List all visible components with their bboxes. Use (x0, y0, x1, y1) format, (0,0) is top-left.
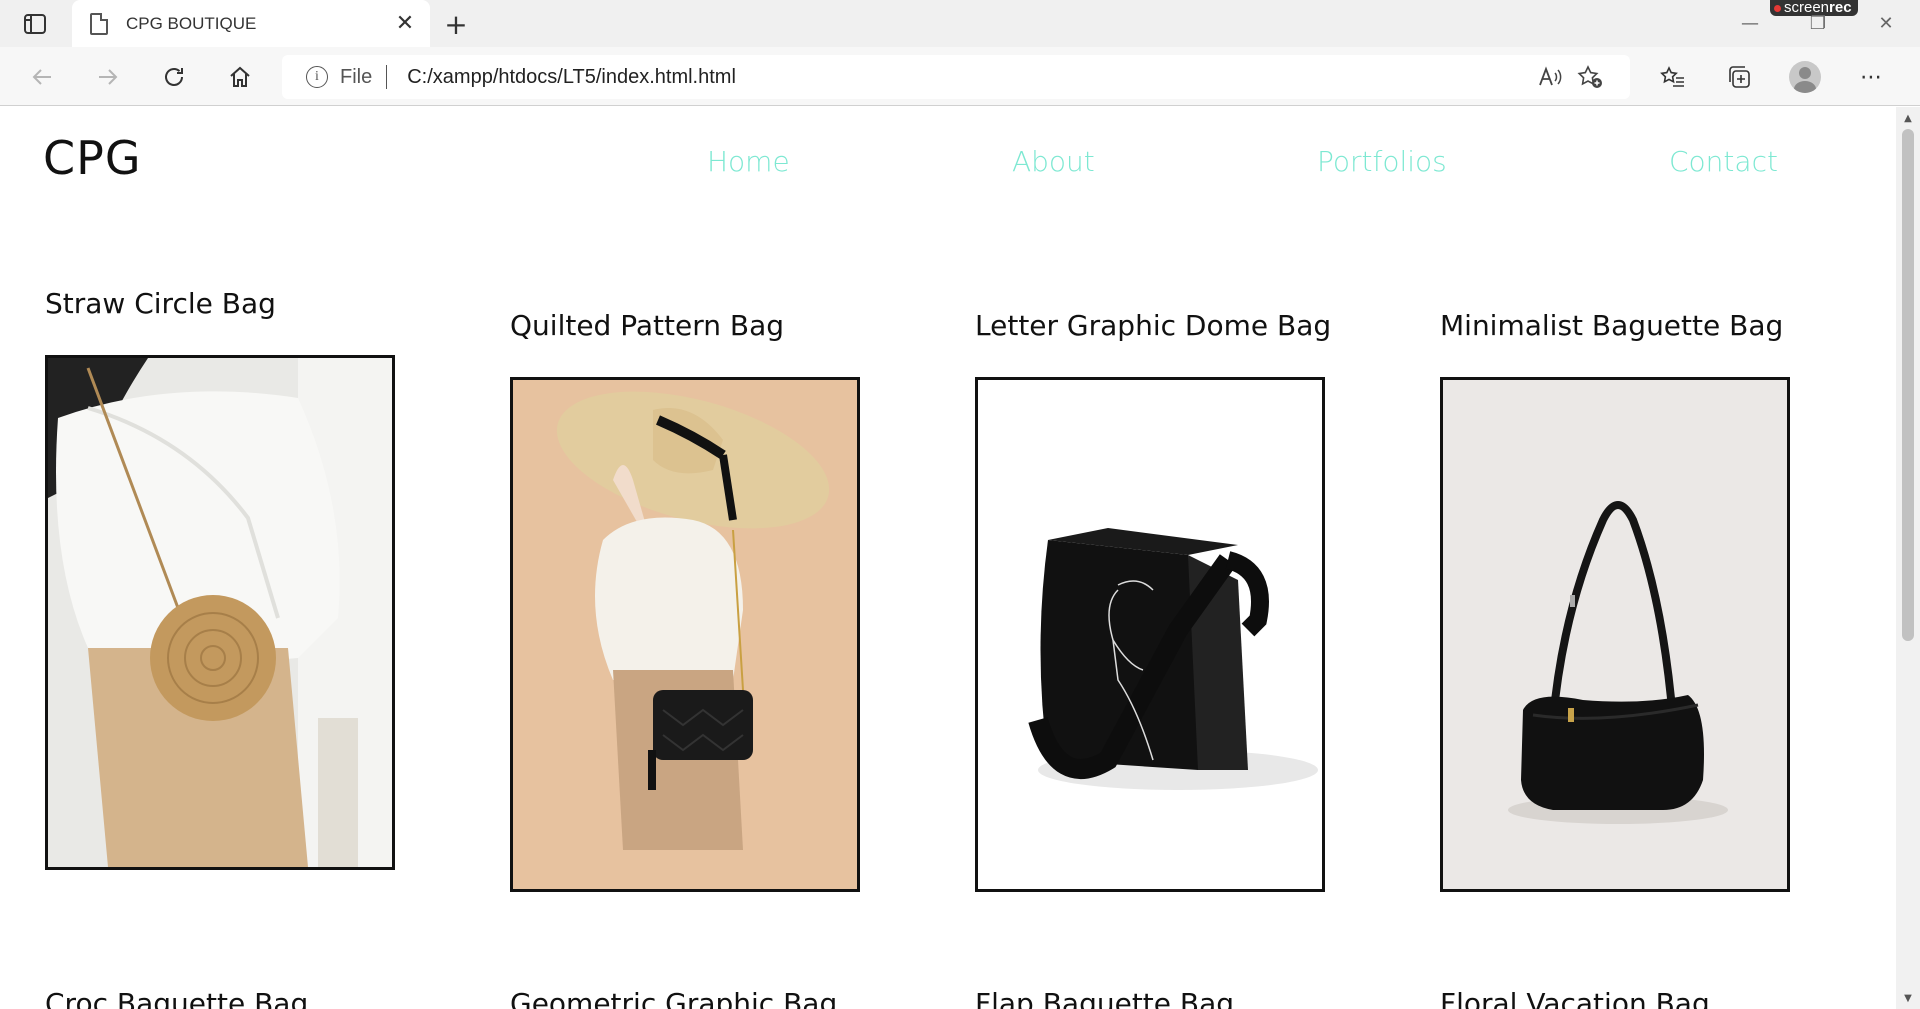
favorites-icon[interactable] (1640, 55, 1706, 99)
product-image-straw-circle-bag[interactable] (45, 355, 395, 870)
address-bar[interactable]: i File C:/xampp/htdocs/LT5/index.html.ht… (282, 55, 1630, 99)
main-nav: Home About Portfolios Contact (0, 145, 1896, 185)
nav-portfolios[interactable]: Portfolios (1317, 145, 1447, 178)
nav-about[interactable]: About (1012, 145, 1095, 178)
product-title: Floral Vacation Bag (1440, 987, 1710, 1009)
toolbar-actions: ⋯ (1640, 55, 1904, 99)
minimize-icon[interactable]: — (1716, 0, 1784, 47)
browser-tab-bar: CPG BOUTIQUE ✕ + screenrec — ❐ ✕ (0, 0, 1920, 47)
scrollbar-thumb[interactable] (1902, 129, 1914, 641)
site-info-icon[interactable]: i (306, 66, 328, 88)
collections-icon[interactable] (1706, 55, 1772, 99)
scroll-up-icon[interactable]: ▲ (1896, 109, 1920, 127)
avatar (1789, 61, 1821, 93)
home-icon[interactable] (222, 59, 258, 95)
product-title: Geometric Graphic Bag (510, 987, 838, 1009)
tab-actions-icon[interactable] (20, 11, 50, 37)
address-url[interactable]: C:/xampp/htdocs/LT5/index.html.html (407, 66, 1530, 89)
page-favicon-icon (90, 12, 108, 35)
browser-tab-active[interactable]: CPG BOUTIQUE ✕ (72, 0, 430, 47)
browser-toolbar: i File C:/xampp/htdocs/LT5/index.html.ht… (0, 47, 1920, 106)
nav-home[interactable]: Home (707, 145, 790, 178)
add-favorite-icon[interactable] (1570, 57, 1610, 97)
tab-title: CPG BOUTIQUE (126, 13, 257, 33)
refresh-icon[interactable] (156, 59, 192, 95)
close-tab-icon[interactable]: ✕ (390, 9, 420, 39)
product-title: Minimalist Baguette Bag (1440, 309, 1784, 342)
address-divider (386, 65, 388, 89)
maximize-icon[interactable]: ❐ (1784, 0, 1852, 47)
product-title: Straw Circle Bag (45, 287, 276, 320)
forward-icon[interactable] (90, 59, 126, 95)
address-scheme: File (340, 65, 373, 88)
product-image-minimalist-baguette-bag[interactable] (1440, 377, 1790, 892)
read-aloud-icon[interactable] (1530, 57, 1570, 97)
product-title: Quilted Pattern Bag (510, 309, 784, 342)
product-image-quilted-pattern-bag[interactable] (510, 377, 860, 892)
product-image-letter-graphic-dome-bag[interactable] (975, 377, 1325, 892)
nav-contact[interactable]: Contact (1669, 145, 1778, 178)
product-title: Letter Graphic Dome Bag (975, 309, 1332, 342)
close-window-icon[interactable]: ✕ (1852, 0, 1920, 47)
window-controls: — ❐ ✕ (1716, 0, 1920, 47)
profile-icon[interactable] (1772, 55, 1838, 99)
more-options-icon[interactable]: ⋯ (1838, 55, 1904, 99)
back-icon[interactable] (24, 59, 60, 95)
scroll-down-icon[interactable]: ▼ (1896, 989, 1920, 1007)
product-title: Flap Baguette Bag (975, 987, 1235, 1009)
product-title: Croc Baguette Bag (45, 987, 309, 1009)
page-viewport: CPG Home About Portfolios Contact Straw … (0, 107, 1896, 1009)
page-scrollbar[interactable]: ▲ ▼ (1896, 107, 1920, 1009)
new-tab-button[interactable]: + (440, 8, 472, 41)
